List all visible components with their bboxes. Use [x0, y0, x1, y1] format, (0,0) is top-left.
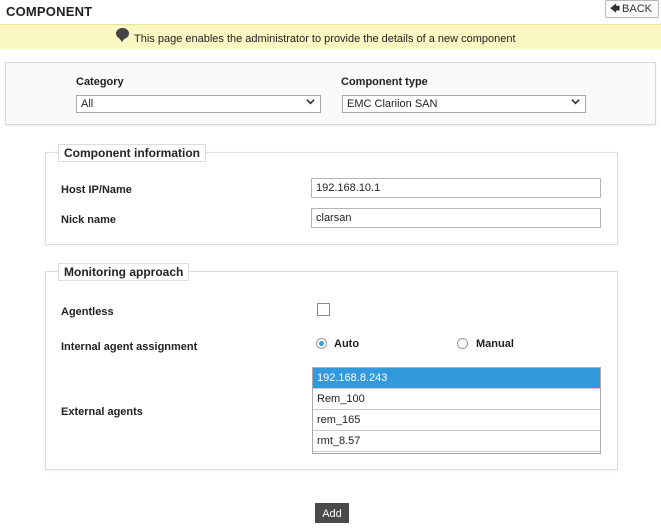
back-label: BACK	[622, 3, 652, 15]
auto-radio-label[interactable]: Auto	[334, 338, 359, 350]
selector-panel: Category All Component type EMC Clariion…	[5, 62, 656, 125]
add-button[interactable]: Add	[315, 503, 349, 523]
back-button[interactable]: 🡄 BACK	[604, 0, 659, 18]
external-agents-label: External agents	[61, 406, 143, 418]
chevron-down-icon	[571, 99, 580, 105]
agentless-checkbox[interactable]	[317, 303, 330, 316]
auto-radio[interactable]	[316, 338, 327, 349]
component-type-label: Component type	[341, 76, 428, 88]
host-ip-input[interactable]	[311, 178, 601, 198]
top-bar: COMPONENT 🡄 BACK	[0, 0, 661, 22]
internal-agent-label: Internal agent assignment	[61, 341, 198, 353]
nick-name-input[interactable]	[311, 208, 601, 228]
external-agent-item[interactable]: rem_165	[313, 410, 600, 431]
page-title: COMPONENT	[6, 4, 93, 19]
info-bar: This page enables the administrator to p…	[0, 24, 661, 49]
manual-radio[interactable]	[457, 338, 468, 349]
nick-name-label: Nick name	[61, 214, 117, 226]
manual-radio-label[interactable]: Manual	[476, 338, 514, 350]
component-type-value: EMC Clariion SAN	[347, 98, 438, 110]
agentless-label: Agentless	[61, 306, 114, 318]
speech-bubble-icon	[116, 28, 129, 42]
component-information-legend: Component information	[58, 144, 206, 162]
component-type-select[interactable]: EMC Clariion SAN	[342, 95, 586, 113]
monitoring-approach-legend: Monitoring approach	[58, 263, 190, 281]
category-label: Category	[76, 76, 124, 88]
host-ip-label: Host IP/Name	[61, 184, 132, 196]
category-select[interactable]: All	[76, 95, 321, 113]
external-agent-item[interactable]: 192.168.8.243	[313, 368, 600, 389]
external-agent-item[interactable]: rmt_8.57	[313, 431, 600, 452]
category-value: All	[81, 98, 94, 110]
external-agents-list[interactable]: 192.168.8.243 Rem_100 rem_165 rmt_8.57	[312, 367, 601, 454]
chevron-down-icon	[306, 99, 315, 105]
external-agent-item[interactable]: Rem_100	[313, 389, 600, 410]
component-information-group: Component information	[45, 144, 618, 245]
info-message: This page enables the administrator to p…	[134, 33, 516, 45]
back-arrow-icon: 🡄	[609, 4, 621, 15]
